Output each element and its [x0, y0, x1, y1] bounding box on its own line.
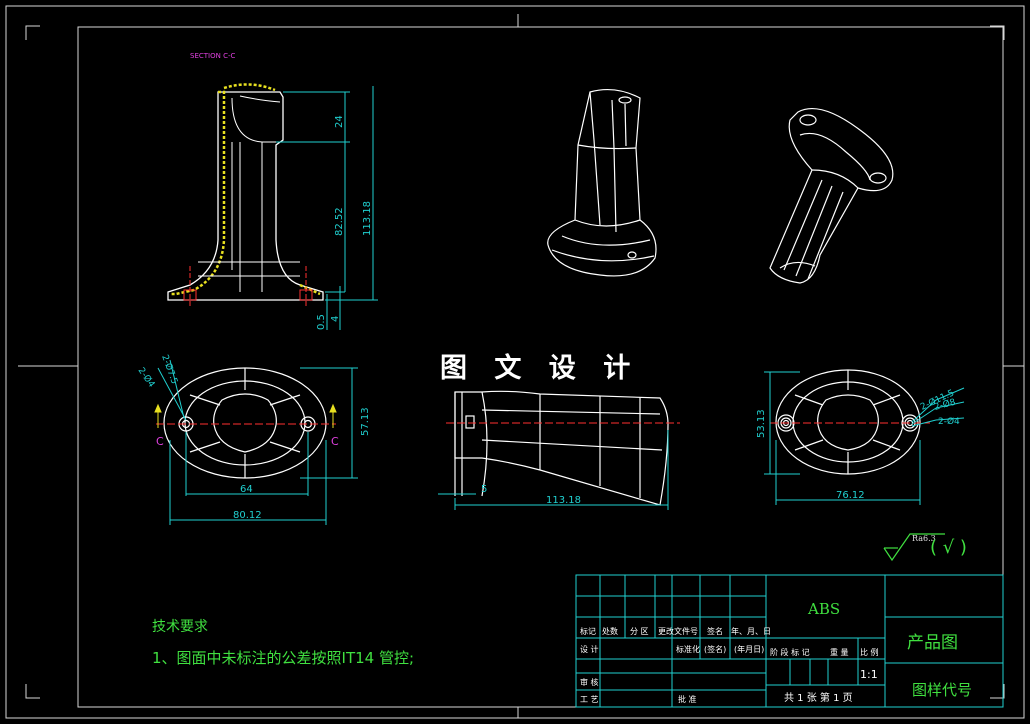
- rev-h4: 签名: [707, 626, 723, 636]
- roughness-paren: ( √ ): [930, 537, 967, 558]
- dim-top-d4: 2-Ø4: [136, 365, 158, 389]
- dim-front-4: 4: [330, 316, 341, 322]
- watermark: 图 文 设 计: [440, 353, 640, 384]
- dim-front-113: 113.18: [362, 201, 373, 236]
- stage-h0: 阶 段 标 记: [770, 647, 810, 657]
- tech-line-1: 1、图面中未标注的公差按照IT14 管控;: [152, 649, 414, 667]
- iso-view-1: [547, 88, 657, 277]
- scale-value: 1:1: [860, 668, 878, 681]
- dim-front-82: 82.52: [334, 207, 345, 236]
- rev-h5: 年、月、日: [731, 626, 771, 636]
- tech-title: 技术要求: [152, 619, 208, 635]
- row-review: 审 核: [580, 677, 599, 687]
- top-view: C C 2-Ø4 2-Ø7.5 64 80.12 57.13: [136, 353, 371, 525]
- side-view: 5 113.18: [438, 390, 680, 510]
- bottom-view: 53.13 76.12 2-Ø11.5 2-Ø8 2-Ø4: [756, 369, 965, 505]
- rev-h1: 处数: [602, 626, 618, 636]
- dim-bottom-76: 76.12: [836, 490, 865, 501]
- dim-front-24: 24: [334, 115, 345, 128]
- rev-h3: 更改文件号: [658, 626, 698, 636]
- row-craft: 工 艺: [580, 695, 599, 704]
- rev-h0: 标记: [580, 626, 596, 636]
- dim-top-80: 80.12: [233, 510, 262, 521]
- roughness-symbol: Ra6.3 ( √ ): [883, 533, 967, 562]
- stage-h1: 重 量: [830, 647, 849, 657]
- row-sign: (签名): [704, 644, 726, 654]
- dim-front-05: 0.5: [316, 314, 327, 330]
- sec-label-left: C: [156, 435, 164, 448]
- row-date: (年月日): [734, 644, 764, 654]
- dim-bottom-d4: 2-Ø4: [938, 416, 960, 427]
- dim-bottom-53: 53.13: [756, 409, 767, 438]
- iso-view-2: [769, 108, 894, 284]
- dim-top-57: 57.13: [360, 407, 371, 436]
- stage-h2: 比 例: [860, 647, 879, 657]
- row-design: 设 计: [580, 644, 599, 654]
- material: ABS: [807, 600, 840, 618]
- drawing-code: 图样代号: [912, 681, 972, 699]
- rev-h2: 分 区: [630, 627, 649, 636]
- section-view: SECTION C-C 24 82.52 113.18 0.5 4: [167, 52, 378, 330]
- dim-top-64: 64: [240, 484, 253, 495]
- section-label: SECTION C-C: [190, 52, 235, 60]
- sheet-count: 共 1 张 第 1 页: [784, 691, 853, 704]
- dim-top-d75: 2-Ø7.5: [159, 353, 180, 385]
- row-std: 标准化: [676, 644, 700, 654]
- tech-requirements: 技术要求 1、图面中未标注的公差按照IT14 管控;: [152, 619, 414, 667]
- sec-label-right: C: [331, 435, 339, 448]
- row-approve: 批 准: [678, 694, 697, 704]
- title-block: 标记 处数 分 区 更改文件号 签名 年、月、日 设 计 标准化 (签名) (年…: [575, 574, 1004, 708]
- drawing-name: 产品图: [907, 633, 958, 653]
- dim-side-5: 5: [481, 484, 487, 495]
- dim-side-113: 113.18: [546, 495, 581, 506]
